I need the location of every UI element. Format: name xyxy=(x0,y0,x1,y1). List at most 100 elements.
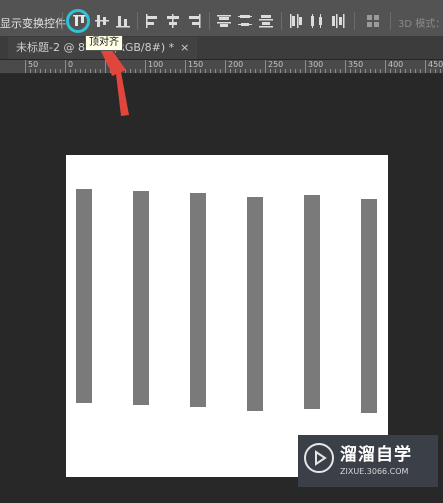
ruler-minor-tick xyxy=(260,69,261,73)
ruler-label: 400 xyxy=(388,60,404,69)
ruler-minor-tick xyxy=(400,69,401,73)
ruler-minor-tick xyxy=(300,69,301,73)
ruler-tick xyxy=(65,60,66,73)
ruler-minor-tick xyxy=(365,69,366,73)
distribute-right-button[interactable] xyxy=(328,11,348,31)
align-vertical-centers-icon xyxy=(95,15,109,27)
tooltip-align-top: 顶对齐 xyxy=(85,35,123,51)
ruler-minor-tick xyxy=(380,69,381,73)
gray-bar[interactable] xyxy=(304,195,320,409)
ruler-tick xyxy=(265,60,266,73)
distribute-horizontal-centers-button[interactable] xyxy=(307,11,327,31)
auto-align-layers-button[interactable] xyxy=(363,11,383,31)
ruler-minor-tick xyxy=(275,69,276,73)
divider xyxy=(209,12,210,30)
watermark: 溜溜自学 ZIXUE.3066.COM xyxy=(298,435,438,487)
ruler-minor-tick xyxy=(245,69,246,73)
auto-align-layers-icon xyxy=(367,15,379,27)
gray-bar[interactable] xyxy=(76,189,92,403)
ruler-label: 250 xyxy=(268,60,284,69)
ruler-minor-tick xyxy=(195,69,196,73)
ruler-minor-tick xyxy=(375,69,376,73)
ruler-minor-tick xyxy=(80,69,81,73)
ruler-minor-tick xyxy=(190,69,191,73)
divider xyxy=(354,12,355,30)
ruler-minor-tick xyxy=(350,69,351,73)
gray-bar[interactable] xyxy=(247,197,263,411)
ruler-minor-tick xyxy=(360,69,361,73)
ruler-minor-tick xyxy=(330,69,331,73)
ruler-minor-tick xyxy=(55,69,56,73)
gray-bar[interactable] xyxy=(190,193,206,407)
ruler-minor-tick xyxy=(310,69,311,73)
distribute-left-button[interactable] xyxy=(286,11,306,31)
ruler-label: 50 xyxy=(28,60,39,69)
align-bottom-edges-button[interactable] xyxy=(113,11,133,31)
close-icon[interactable]: × xyxy=(180,41,189,54)
ruler-minor-tick xyxy=(75,69,76,73)
ruler-label: 100 xyxy=(148,60,164,69)
ruler-tick xyxy=(425,60,426,73)
ruler-minor-tick xyxy=(250,69,251,73)
ruler-minor-tick xyxy=(270,69,271,73)
distribute-bottom-button[interactable] xyxy=(256,11,276,31)
show-transform-controls-label[interactable]: 显示变换控件 xyxy=(0,15,66,31)
ruler-label: 0 xyxy=(68,60,74,69)
align-horizontal-centers-icon xyxy=(167,14,179,28)
ruler-label: 150 xyxy=(188,60,204,69)
ruler-minor-tick xyxy=(325,69,326,73)
ruler-label: 350 xyxy=(348,60,364,69)
ruler-minor-tick xyxy=(280,69,281,73)
ruler-minor-tick xyxy=(200,69,201,73)
ruler-minor-tick xyxy=(370,69,371,73)
3d-mode-label: 3D 模式： xyxy=(398,19,443,30)
ruler-minor-tick xyxy=(355,69,356,73)
ruler-minor-tick xyxy=(160,69,161,73)
ruler-minor-tick xyxy=(290,69,291,73)
ruler-minor-tick xyxy=(410,69,411,73)
ruler-minor-tick xyxy=(415,69,416,73)
ruler-minor-tick xyxy=(240,69,241,73)
ruler-minor-tick xyxy=(395,69,396,73)
ruler-minor-tick xyxy=(430,69,431,73)
ruler-minor-tick xyxy=(210,69,211,73)
distribute-left-icon xyxy=(290,14,302,28)
ruler-minor-tick xyxy=(45,69,46,73)
distribute-horizontal-centers-icon xyxy=(311,14,322,28)
ruler-minor-tick xyxy=(60,69,61,73)
ruler-label: 450 xyxy=(428,60,443,69)
distribute-vertical-centers-icon xyxy=(238,15,252,26)
ruler-label: 300 xyxy=(308,60,324,69)
align-horizontal-centers-button[interactable] xyxy=(163,11,183,31)
ruler-minor-tick xyxy=(155,69,156,73)
align-right-edges-button[interactable] xyxy=(184,11,204,31)
ruler-minor-tick xyxy=(435,69,436,73)
watermark-title: 溜溜自学 xyxy=(340,445,412,465)
ruler-minor-tick xyxy=(50,69,51,73)
ruler-minor-tick xyxy=(205,69,206,73)
distribute-top-button[interactable] xyxy=(214,11,234,31)
ruler-minor-tick xyxy=(315,69,316,73)
align-bottom-edges-icon xyxy=(116,16,130,28)
divider xyxy=(62,12,63,30)
align-left-edges-button[interactable] xyxy=(142,11,162,31)
ruler-minor-tick xyxy=(170,69,171,73)
distribute-vertical-centers-button[interactable] xyxy=(235,11,255,31)
ruler-minor-tick xyxy=(295,69,296,73)
distribute-bottom-icon xyxy=(259,15,273,28)
divider xyxy=(137,12,138,30)
divider xyxy=(281,12,282,30)
ruler-minor-tick xyxy=(165,69,166,73)
gray-bar[interactable] xyxy=(133,191,149,405)
align-vertical-centers-button[interactable] xyxy=(92,11,112,31)
ruler-minor-tick xyxy=(230,69,231,73)
gray-bar[interactable] xyxy=(361,199,377,413)
distribute-top-icon xyxy=(217,15,231,27)
canvas[interactable] xyxy=(66,155,388,477)
ruler-minor-tick xyxy=(440,69,441,73)
ruler-minor-tick xyxy=(215,69,216,73)
ruler-minor-tick xyxy=(40,69,41,73)
ruler-tick xyxy=(385,60,386,73)
ruler-tick xyxy=(225,60,226,73)
align-right-edges-icon xyxy=(189,14,201,28)
